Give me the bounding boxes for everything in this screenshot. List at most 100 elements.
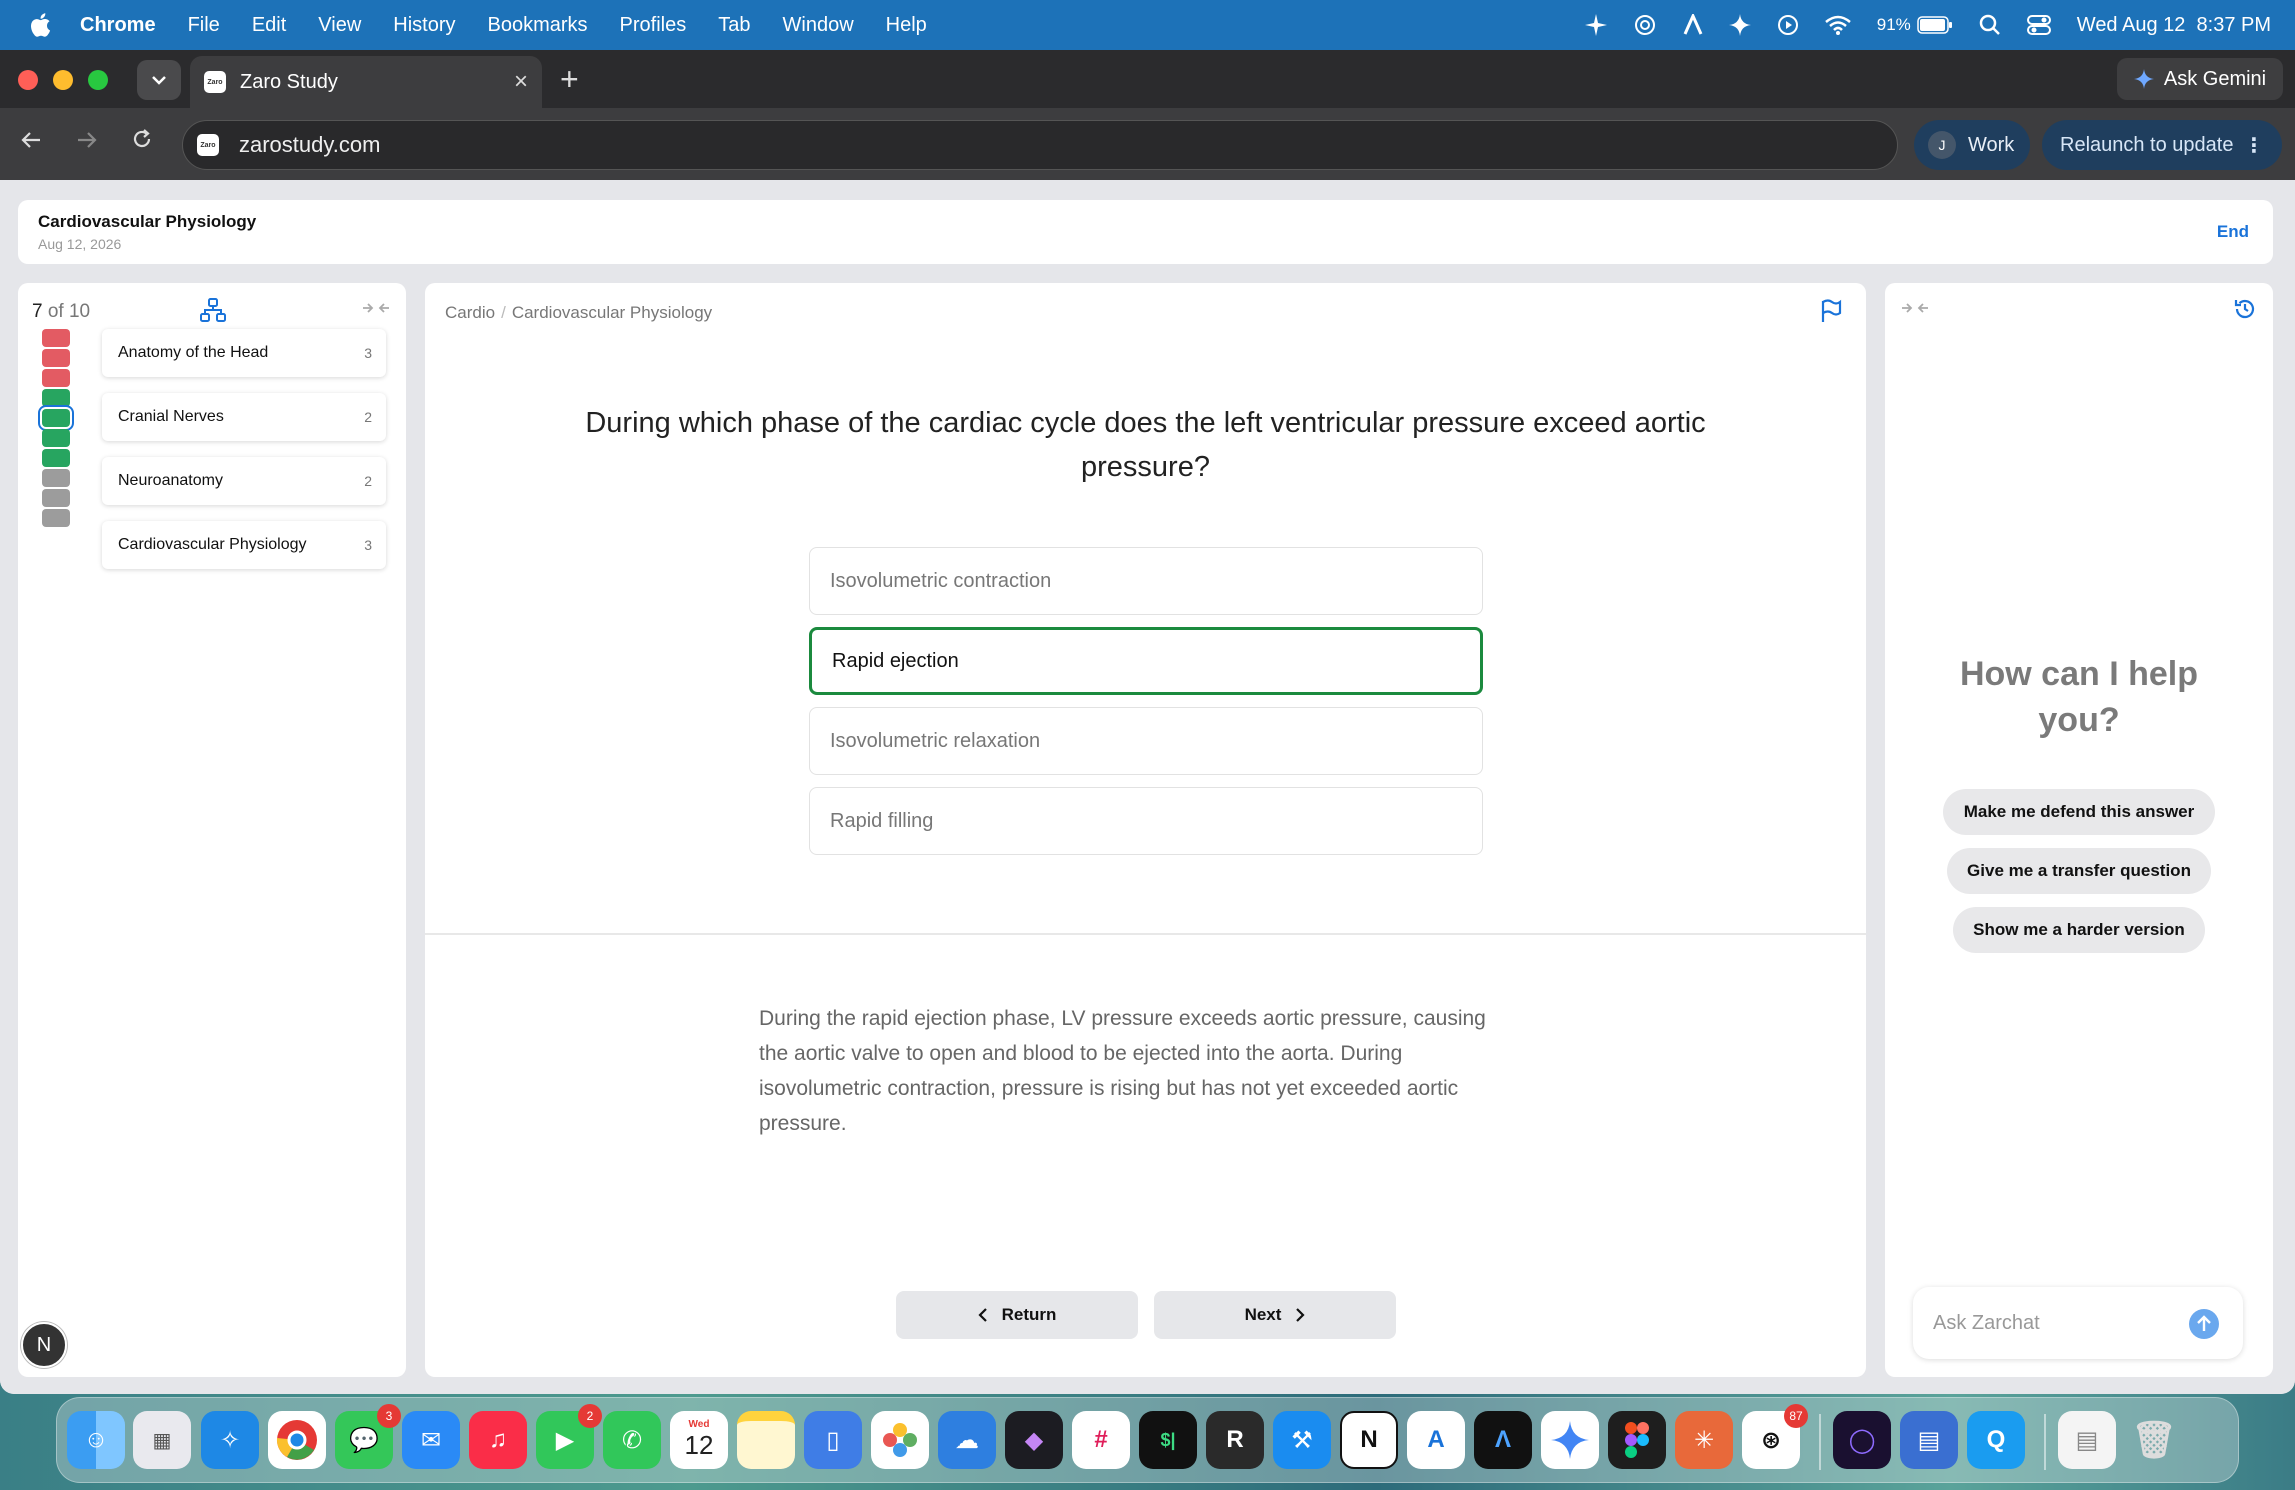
question-status-8[interactable] xyxy=(42,469,70,487)
answer-option-a[interactable]: Isovolumetric contraction xyxy=(809,547,1483,615)
window-zoom-button[interactable] xyxy=(88,70,108,90)
database-app-icon[interactable]: ▤ xyxy=(1900,1411,1958,1469)
topic-tree-icon[interactable] xyxy=(200,297,226,328)
menu-tab[interactable]: Tab xyxy=(718,14,750,37)
menu-help[interactable]: Help xyxy=(886,14,927,37)
window-close-button[interactable] xyxy=(18,70,38,90)
obsidian-icon[interactable]: ◆ xyxy=(1005,1411,1063,1469)
relaunch-to-update-button[interactable]: Relaunch to update ⋮ xyxy=(2042,120,2282,170)
breadcrumb-root[interactable]: Cardio xyxy=(445,303,495,322)
mail-icon[interactable]: ✉ xyxy=(402,1411,460,1469)
question-status-1[interactable] xyxy=(42,329,70,347)
question-status-2[interactable] xyxy=(42,349,70,367)
profile-button[interactable]: J Work xyxy=(1914,120,2030,170)
topic-cardiovascular-physiology[interactable]: Cardiovascular Physiology 3 xyxy=(102,521,386,569)
question-status-5[interactable] xyxy=(38,405,74,431)
raycast-icon[interactable]: R xyxy=(1206,1411,1264,1469)
sparkle-icon[interactable] xyxy=(1584,14,1607,36)
next-button[interactable]: Next xyxy=(1154,1291,1396,1339)
more-vert-icon[interactable]: ⋮ xyxy=(2244,133,2264,158)
topic-anatomy-of-the-head[interactable]: Anatomy of the Head 3 xyxy=(102,329,386,377)
notion-icon[interactable]: N xyxy=(1340,1411,1398,1469)
terminal-icon[interactable]: $| xyxy=(1139,1411,1197,1469)
end-session-button[interactable]: End xyxy=(2217,222,2249,242)
play-circle-icon[interactable] xyxy=(1777,14,1799,36)
tab-search-button[interactable] xyxy=(137,60,181,100)
question-status-10[interactable] xyxy=(42,509,70,527)
address-bar[interactable]: Zaro zarostudy.com xyxy=(182,120,1898,170)
photos-icon[interactable] xyxy=(871,1411,929,1469)
music-icon[interactable]: ♫ xyxy=(469,1411,527,1469)
new-tab-button[interactable]: + xyxy=(560,60,579,98)
orb-app-icon[interactable]: ◯ xyxy=(1833,1411,1891,1469)
weather-icon[interactable]: ☁ xyxy=(938,1411,996,1469)
suggestion-defend-answer[interactable]: Make me defend this answer xyxy=(1943,789,2215,835)
collapse-assistant-icon[interactable] xyxy=(1901,299,1929,320)
answer-option-c[interactable]: Isovolumetric relaxation xyxy=(809,707,1483,775)
question-status-6[interactable] xyxy=(42,429,70,447)
safari-icon[interactable]: ✧ xyxy=(201,1411,259,1469)
calendar-icon[interactable]: Wed 12 xyxy=(670,1411,728,1469)
ask-gemini-button[interactable]: Ask Gemini xyxy=(2117,58,2283,100)
gemini-app-icon[interactable] xyxy=(1541,1411,1599,1469)
menu-file[interactable]: File xyxy=(188,14,220,37)
arc-icon[interactable]: Λ xyxy=(1474,1411,1532,1469)
back-arrow-icon[interactable] xyxy=(20,126,42,157)
chatgpt-status-icon[interactable] xyxy=(1633,13,1657,37)
trash-icon[interactable]: 🗑 xyxy=(2125,1411,2183,1469)
menu-history[interactable]: History xyxy=(393,14,455,37)
tab-zaro-study[interactable]: Zaro Zaro Study × xyxy=(190,56,542,108)
suggestion-transfer-question[interactable]: Give me a transfer question xyxy=(1947,848,2211,894)
simulator-icon[interactable]: ▯ xyxy=(804,1411,862,1469)
arc-status-icon[interactable] xyxy=(1683,14,1703,36)
apple-logo-icon[interactable] xyxy=(0,12,80,38)
tab-close-icon[interactable]: × xyxy=(514,68,528,96)
finder-icon[interactable]: ☺ xyxy=(67,1411,125,1469)
claude-icon[interactable]: ✳ xyxy=(1675,1411,1733,1469)
menu-profiles[interactable]: Profiles xyxy=(620,14,687,37)
chrome-icon[interactable] xyxy=(268,1411,326,1469)
launchpad-icon[interactable]: ▦ xyxy=(133,1411,191,1469)
forward-arrow-icon[interactable] xyxy=(76,126,98,157)
facetime-icon[interactable]: ▶ 2 xyxy=(536,1404,602,1469)
topic-cranial-nerves[interactable]: Cranial Nerves 2 xyxy=(102,393,386,441)
menu-view[interactable]: View xyxy=(318,14,361,37)
wifi-icon[interactable] xyxy=(1824,15,1851,35)
downloads-stack-icon[interactable]: ▤ xyxy=(2058,1411,2116,1469)
user-avatar[interactable]: N xyxy=(21,1322,67,1368)
menu-edit[interactable]: Edit xyxy=(252,14,286,37)
topic-neuroanatomy[interactable]: Neuroanatomy 2 xyxy=(102,457,386,505)
slack-icon[interactable]: # xyxy=(1072,1411,1130,1469)
menu-bookmarks[interactable]: Bookmarks xyxy=(488,14,588,37)
ask-zarchat-input[interactable]: Ask Zarchat xyxy=(1913,1287,2243,1359)
spotlight-search-icon[interactable] xyxy=(1979,14,2001,36)
return-button[interactable]: Return xyxy=(896,1291,1138,1339)
suggestion-harder-version[interactable]: Show me a harder version xyxy=(1953,907,2205,953)
menubar-clock[interactable]: Wed Aug 12 8:37 PM xyxy=(2077,14,2271,37)
control-center-icon[interactable] xyxy=(2026,14,2051,36)
question-status-3[interactable] xyxy=(42,369,70,387)
xcode-icon[interactable]: ⚒ xyxy=(1273,1411,1331,1469)
menu-window[interactable]: Window xyxy=(783,14,854,37)
reload-icon[interactable] xyxy=(131,126,153,157)
quick-app-icon[interactable]: Q xyxy=(1967,1411,2025,1469)
phone-icon[interactable]: ✆ xyxy=(603,1411,661,1469)
arc-a-icon[interactable]: A xyxy=(1407,1411,1465,1469)
answer-option-d[interactable]: Rapid filling xyxy=(809,787,1483,855)
menu-chrome[interactable]: Chrome xyxy=(80,14,156,37)
battery-status[interactable]: 91% xyxy=(1877,15,1953,35)
chatgpt-icon[interactable]: ⊛ 87 xyxy=(1742,1404,1808,1469)
history-icon[interactable] xyxy=(2233,297,2257,326)
answer-option-b-selected[interactable]: Rapid ejection xyxy=(809,627,1483,695)
collapse-panel-icon[interactable] xyxy=(362,299,390,320)
window-minimize-button[interactable] xyxy=(53,70,73,90)
figma-icon[interactable] xyxy=(1608,1411,1666,1469)
question-status-4[interactable] xyxy=(42,389,70,407)
messages-icon[interactable]: 💬 3 xyxy=(335,1404,401,1469)
question-status-7[interactable] xyxy=(42,449,70,467)
flag-question-icon[interactable] xyxy=(1820,299,1842,328)
gemini-status-icon[interactable] xyxy=(1728,14,1751,36)
send-arrow-icon[interactable] xyxy=(2189,1309,2219,1339)
question-status-9[interactable] xyxy=(42,489,70,507)
notes-icon[interactable] xyxy=(737,1411,795,1469)
